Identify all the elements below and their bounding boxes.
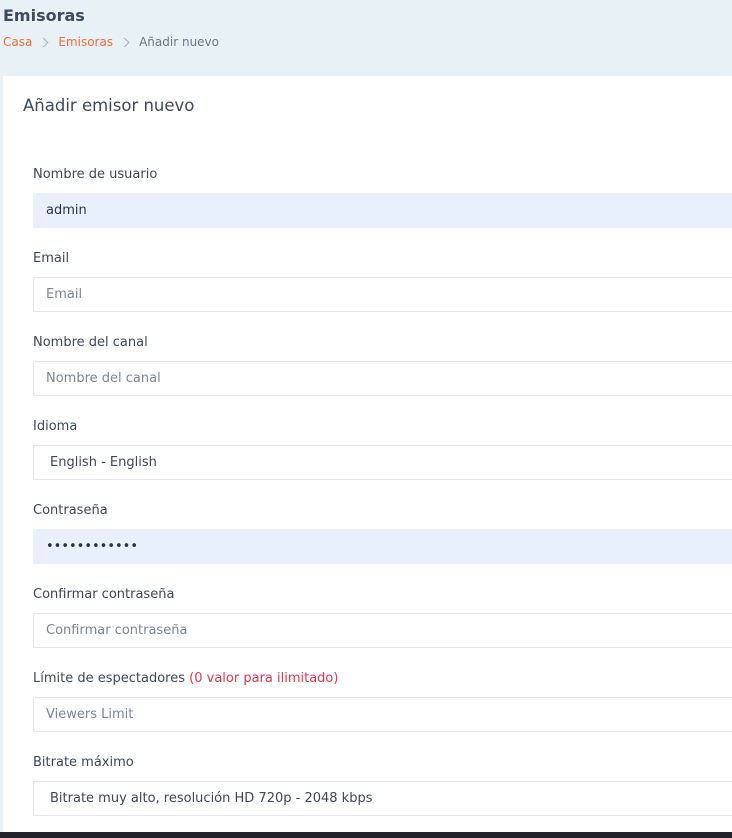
email-group: Email <box>33 250 732 312</box>
viewers-limit-hint: (0 valor para ilimitado) <box>189 671 339 686</box>
card-title: Añadir emisor nuevo <box>23 96 195 115</box>
email-label: Email <box>33 251 70 266</box>
confirm-password-group: Confirmar contraseña <box>33 586 732 648</box>
language-group: Idioma English - English <box>33 418 732 480</box>
channel-name-input[interactable] <box>33 361 732 396</box>
viewers-limit-input[interactable] <box>33 697 732 732</box>
viewers-limit-group: Límite de espectadores (0 valor para ili… <box>33 670 732 732</box>
username-input[interactable] <box>33 193 732 228</box>
breadcrumb-home-link[interactable]: Casa <box>3 34 32 50</box>
viewers-limit-label-text: Límite de espectadores <box>33 671 186 686</box>
max-bitrate-group: Bitrate máximo Bitrate muy alto, resoluc… <box>33 754 732 816</box>
max-bitrate-label: Bitrate máximo <box>33 755 134 770</box>
confirm-password-label: Confirmar contraseña <box>33 587 175 602</box>
bottom-bar <box>0 832 732 838</box>
channel-name-label: Nombre del canal <box>33 335 148 350</box>
username-label: Nombre de usuario <box>33 167 158 182</box>
password-input[interactable] <box>33 529 732 564</box>
confirm-password-input[interactable] <box>33 613 732 648</box>
breadcrumb: Casa Emisoras Añadir nuevo <box>3 34 219 50</box>
max-bitrate-select[interactable]: Bitrate muy alto, resolución HD 720p - 2… <box>33 781 732 816</box>
language-selected-value: English - English <box>50 455 157 470</box>
page-header: Emisoras Casa Emisoras Añadir nuevo <box>0 0 732 76</box>
language-select[interactable]: English - English <box>33 445 732 480</box>
viewers-limit-label: Límite de espectadores (0 valor para ili… <box>33 670 732 688</box>
breadcrumb-section-link[interactable]: Emisoras <box>58 34 113 50</box>
add-broadcaster-card: Añadir emisor nuevo Nombre de usuario Em… <box>3 76 732 832</box>
password-group: Contraseña <box>33 502 732 564</box>
language-label: Idioma <box>33 419 78 434</box>
password-label: Contraseña <box>33 503 108 518</box>
username-group: Nombre de usuario <box>33 166 732 228</box>
page-title: Emisoras <box>3 6 85 25</box>
chevron-right-icon <box>119 37 130 47</box>
breadcrumb-current: Añadir nuevo <box>139 35 219 49</box>
chevron-right-icon <box>38 37 49 47</box>
channel-name-group: Nombre del canal <box>33 334 732 396</box>
max-bitrate-selected-value: Bitrate muy alto, resolución HD 720p - 2… <box>50 791 373 806</box>
email-input[interactable] <box>33 277 732 312</box>
